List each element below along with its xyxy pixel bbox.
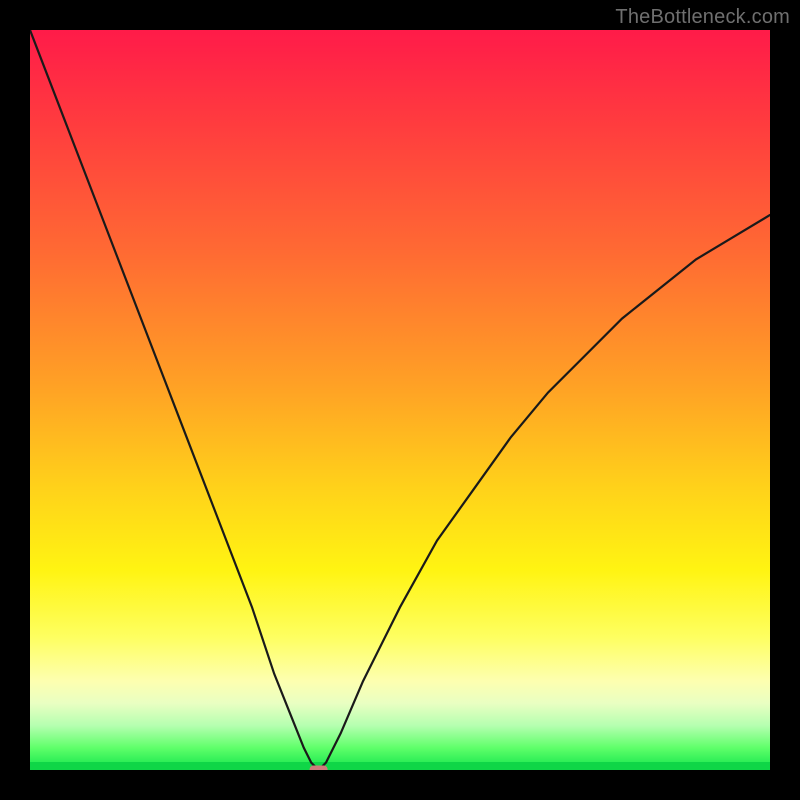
- chart-frame: TheBottleneck.com: [0, 0, 800, 800]
- watermark-text: TheBottleneck.com: [615, 6, 790, 29]
- bottleneck-curve: [30, 30, 770, 770]
- green-baseline-strip: [30, 762, 770, 770]
- curve-svg: [30, 30, 770, 770]
- plot-area: [30, 30, 770, 770]
